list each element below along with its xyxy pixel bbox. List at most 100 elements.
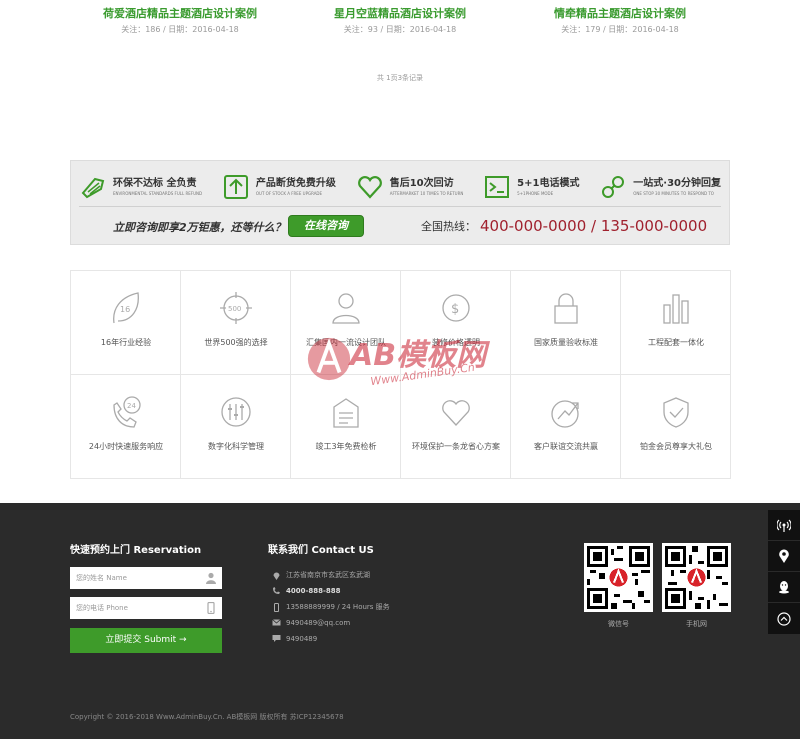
- service-item: 客户联谊交流共赢: [511, 375, 621, 479]
- bar-chart-icon: [663, 294, 689, 324]
- wireless-icon: [777, 519, 791, 532]
- service-label: 装修价格透明: [432, 338, 480, 347]
- phone-icon: [273, 587, 280, 594]
- submit-button[interactable]: 立即提交 Submit →: [70, 628, 222, 653]
- case-title[interactable]: 荷爱酒店精品主题酒店设计案例: [70, 7, 290, 21]
- feature-item: 售后10次回访 AFTERMARKET 10 TIMES TO RETURN: [356, 172, 464, 202]
- feature-item: 一站式·30分钟回复 ONE STOP 30 MINUTES TO RESPOND…: [599, 172, 721, 202]
- service-item: 16 16年行业经验: [71, 271, 181, 375]
- phone-24-icon: 24: [113, 396, 141, 428]
- case-meta: 关注：179 / 日期：2016-04-18: [561, 25, 679, 34]
- case-title[interactable]: 情牵精品主题酒店设计案例: [510, 7, 730, 21]
- feature-subtitle: AFTERMARKET 10 TIMES TO RETURN: [389, 190, 464, 196]
- feature-title: 售后10次回访: [389, 177, 454, 189]
- service-item: 环境保护一条龙省心方案: [401, 375, 511, 479]
- service-label: 24小时快速服务响应: [88, 442, 164, 451]
- case-item[interactable]: 星月空蓝精品酒店设计案例 关注：93 / 日期：2016-04-18: [290, 7, 510, 37]
- divider: [79, 206, 721, 207]
- copyright: Copyright © 2016-2018 Www.AdminBuy.Cn. A…: [70, 713, 344, 721]
- feature-subtitle: ONE STOP 30 MINUTES TO RESPOND TO: [633, 190, 714, 196]
- chat-icon: [272, 635, 281, 642]
- case-meta: 关注：93 / 日期：2016-04-18: [343, 25, 457, 34]
- service-label: 铂金会员尊享大礼包: [640, 442, 712, 451]
- service-item: 500 世界500强的选择: [181, 271, 291, 375]
- document-icon: [333, 398, 359, 428]
- feature-item: 5+1电话模式 5+1PHONE MODE: [483, 172, 579, 202]
- service-label: 16年行业经验: [100, 338, 152, 347]
- eco-leaf-icon: [81, 177, 105, 199]
- qr-code-icon: [665, 546, 728, 609]
- email-text: 9490489@qq.com: [286, 618, 351, 627]
- heart-outline-icon: [442, 400, 470, 426]
- sliders-icon: [221, 397, 251, 427]
- target-500-icon: 500: [220, 292, 252, 324]
- pagination-info: 共 1页3条记录: [376, 74, 424, 82]
- service-label: 工程配套一体化: [648, 338, 704, 347]
- sidebar-wireless[interactable]: [768, 510, 800, 541]
- svg-text:16: 16: [120, 305, 130, 314]
- phone-field[interactable]: 您的电话 Phone: [70, 597, 222, 619]
- service-item: 24 24小时快速服务响应: [71, 375, 181, 479]
- qr-caption-mobile: 手机网: [686, 620, 707, 628]
- case-item[interactable]: 荷爱酒店精品主题酒店设计案例 关注：186 / 日期：2016-04-18: [70, 7, 290, 37]
- contact-email: 9490489@qq.com: [272, 618, 350, 627]
- upgrade-arrow-icon: [223, 175, 248, 199]
- feature-subtitle: 5+1PHONE MODE: [517, 190, 554, 196]
- qr-caption-wechat: 微信号: [608, 620, 629, 628]
- feature-item: 产品断货免费升级 OUT OF STOCK A FREE UPGRADE: [222, 172, 336, 202]
- service-label: 竣工3年免费检析: [315, 442, 377, 451]
- service-label: 数字化科学管理: [208, 442, 264, 451]
- name-field[interactable]: 您的姓名 Name: [70, 567, 222, 589]
- mobile-icon: [207, 602, 215, 614]
- sidebar-back-to-top[interactable]: [768, 603, 800, 634]
- service-item: 数字化科学管理: [181, 375, 291, 479]
- contact-hotline: 4000-888-888: [272, 586, 341, 595]
- service-label: 世界500强的选择: [204, 338, 268, 347]
- location-pin-icon: [779, 549, 789, 563]
- case-title[interactable]: 星月空蓝精品酒店设计案例: [290, 7, 510, 21]
- svg-text:24: 24: [127, 402, 136, 410]
- service-item: 竣工3年免费检析: [291, 375, 401, 479]
- consult-button[interactable]: 在线咨询: [288, 215, 364, 237]
- mobile-text: 13588889999 / 24 Hours 服务: [286, 603, 390, 611]
- name-placeholder: 您的姓名 Name: [76, 574, 127, 582]
- qr-code-wechat: [584, 543, 653, 612]
- dollar-coin-icon: $: [442, 294, 470, 322]
- phone-mode-icon: [485, 176, 510, 198]
- growth-arrow-icon: [551, 400, 579, 428]
- case-list: 荷爱酒店精品主题酒店设计案例 关注：186 / 日期：2016-04-18 星月…: [70, 7, 730, 37]
- phone-placeholder: 您的电话 Phone: [76, 604, 128, 612]
- service-item: 铂金会员尊享大礼包: [621, 375, 731, 479]
- hotline-label: 全国热线：: [421, 220, 476, 233]
- contact-mobile: 13588889999 / 24 Hours 服务: [272, 602, 390, 612]
- feature-subtitle: ENVIRONMENTAL STANDARDS FULL REFUND: [113, 190, 203, 196]
- reservation-title: 快速预约上门 Reservation: [70, 545, 202, 556]
- qq-text: 9490489: [286, 634, 318, 643]
- service-item: 国家质量验收标准: [511, 271, 621, 375]
- case-item[interactable]: 情牵精品主题酒店设计案例 关注：179 / 日期：2016-04-18: [510, 7, 730, 37]
- floating-sidebar: [768, 510, 800, 634]
- mail-icon: [272, 619, 281, 626]
- service-label: 客户联谊交流共赢: [534, 442, 598, 451]
- contact-title: 联系我们 Contact US: [268, 545, 374, 556]
- svg-text:$: $: [451, 302, 459, 317]
- person-icon: [332, 293, 360, 324]
- one-stop-icon: [602, 176, 625, 198]
- feature-item: 环保不达标 全负责 ENVIRONMENTAL STANDARDS FULL RE…: [79, 172, 202, 202]
- feature-title: 5+1电话模式: [517, 177, 580, 189]
- qr-code-mobile: [662, 543, 731, 612]
- service-label: 环境保护一条龙省心方案: [412, 442, 500, 451]
- service-label: 国家质量验收标准: [534, 338, 598, 347]
- svg-text:500: 500: [228, 305, 241, 313]
- lock-icon: [554, 293, 578, 324]
- feature-title: 一站式·30分钟回复: [633, 177, 721, 189]
- sidebar-qq[interactable]: [768, 572, 800, 603]
- shield-check-icon: [663, 397, 689, 428]
- qq-icon: [779, 581, 789, 594]
- promo-text: 立即咨询即享2万钜惠，还等什么？: [113, 221, 286, 234]
- feature-title: 环保不达标 全负责: [113, 177, 197, 189]
- mobile-phone-icon: [274, 602, 279, 612]
- services-grid: 16 16年行业经验 500 世界500强的选择 汇集国内一流设计团队 $ 装修…: [70, 270, 731, 479]
- sidebar-location[interactable]: [768, 541, 800, 572]
- service-label: 汇集国内一流设计团队: [306, 338, 386, 347]
